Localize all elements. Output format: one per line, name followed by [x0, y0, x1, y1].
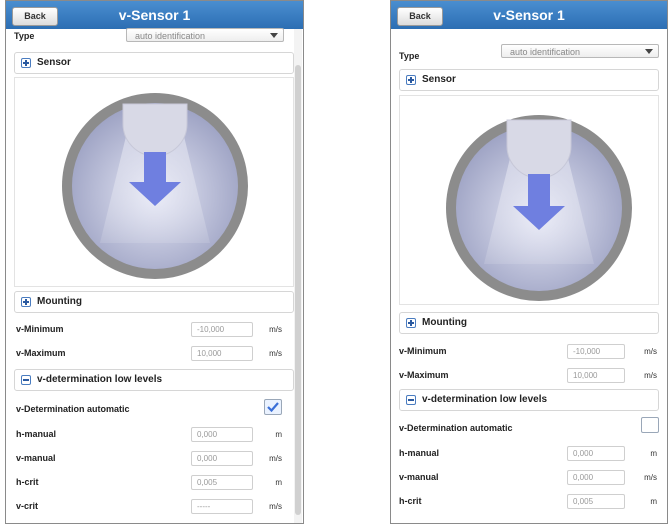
type-label: Type	[399, 51, 420, 61]
h-manual-unit: m	[650, 449, 657, 458]
chevron-down-icon	[645, 49, 653, 54]
h-manual-input[interactable]: 0,000	[191, 427, 253, 442]
sensor-section-label: Sensor	[422, 74, 456, 85]
header-bar: v-Sensor 1 Back	[6, 1, 303, 29]
sensor-image-box	[399, 95, 659, 305]
h-crit-input[interactable]: 0,005	[191, 475, 253, 490]
chevron-down-icon	[270, 33, 278, 38]
scrollbar[interactable]	[294, 29, 302, 523]
mounting-section-label: Mounting	[37, 296, 82, 307]
sensor-section-toggle[interactable]: Sensor	[399, 69, 659, 91]
v-manual-unit: m/s	[644, 473, 657, 482]
type-dropdown[interactable]: auto identification	[126, 28, 284, 42]
h-crit-unit: m	[275, 478, 282, 487]
v-minimum-unit: m/s	[269, 325, 282, 334]
v-minimum-label: v-Minimum	[16, 324, 64, 334]
minus-icon	[406, 395, 416, 405]
v-determination-label: v-Determination automatic	[16, 404, 130, 414]
back-button[interactable]: Back	[397, 7, 443, 26]
h-manual-label: h-manual	[16, 429, 57, 439]
v-manual-input[interactable]: 0,000	[567, 470, 625, 485]
sensor-pipe-diagram	[62, 93, 248, 279]
h-crit-input[interactable]: 0,005	[567, 494, 625, 509]
minus-icon	[21, 375, 31, 385]
h-crit-label: h-crit	[399, 496, 422, 506]
v-manual-label: v-manual	[399, 472, 439, 482]
right-device-panel: v-Sensor 1 Back Type auto identification…	[390, 0, 668, 524]
type-dropdown[interactable]: auto identification	[501, 44, 659, 58]
v-maximum-input[interactable]: 10,000	[567, 368, 625, 383]
h-manual-label: h-manual	[399, 448, 440, 458]
plus-icon	[406, 318, 416, 328]
plus-icon	[21, 58, 31, 68]
v-determination-label: v-Determination automatic	[399, 423, 513, 433]
v-crit-label: v-crit	[16, 501, 39, 511]
mounting-section-toggle[interactable]: Mounting	[399, 312, 659, 334]
scrollbar-thumb[interactable]	[295, 65, 301, 515]
type-label: Type	[14, 31, 35, 41]
type-dropdown-value: auto identification	[135, 31, 206, 41]
v-maximum-label: v-Maximum	[399, 370, 449, 380]
left-device-panel: v-Sensor 1 Back Type auto identification…	[5, 0, 304, 524]
low-levels-section-toggle[interactable]: v-determination low levels	[399, 389, 659, 411]
low-levels-section-label: v-determination low levels	[37, 374, 163, 385]
h-manual-input[interactable]: 0,000	[567, 446, 625, 461]
v-determination-checkbox[interactable]	[641, 417, 659, 433]
low-levels-section-label: v-determination low levels	[422, 394, 548, 405]
v-minimum-unit: m/s	[644, 347, 657, 356]
v-minimum-input[interactable]: -10,000	[567, 344, 625, 359]
v-maximum-input[interactable]: 10,000	[191, 346, 253, 361]
low-levels-section-toggle[interactable]: v-determination low levels	[14, 369, 294, 391]
sensor-pipe-diagram	[446, 115, 632, 301]
checkmark-icon	[267, 402, 279, 413]
v-maximum-unit: m/s	[644, 371, 657, 380]
h-crit-unit: m	[650, 497, 657, 506]
v-maximum-unit: m/s	[269, 349, 282, 358]
h-crit-label: h-crit	[16, 477, 39, 487]
v-determination-checkbox[interactable]	[264, 399, 282, 415]
v-maximum-label: v-Maximum	[16, 348, 66, 358]
header-bar: v-Sensor 1 Back	[391, 1, 667, 29]
v-minimum-input[interactable]: -10,000	[191, 322, 253, 337]
mounting-section-toggle[interactable]: Mounting	[14, 291, 294, 313]
h-manual-unit: m	[275, 430, 282, 439]
v-manual-label: v-manual	[16, 453, 56, 463]
v-crit-unit: m/s	[269, 502, 282, 511]
sensor-section-toggle[interactable]: Sensor	[14, 52, 294, 74]
v-manual-unit: m/s	[269, 454, 282, 463]
v-manual-input[interactable]: 0,000	[191, 451, 253, 466]
mounting-section-label: Mounting	[422, 317, 467, 328]
type-dropdown-value: auto identification	[510, 47, 581, 57]
back-button[interactable]: Back	[12, 7, 58, 26]
plus-icon	[406, 75, 416, 85]
sensor-section-label: Sensor	[37, 57, 71, 68]
plus-icon	[21, 297, 31, 307]
v-minimum-label: v-Minimum	[399, 346, 447, 356]
sensor-image-box	[14, 77, 294, 287]
v-crit-input[interactable]: -----	[191, 499, 253, 514]
